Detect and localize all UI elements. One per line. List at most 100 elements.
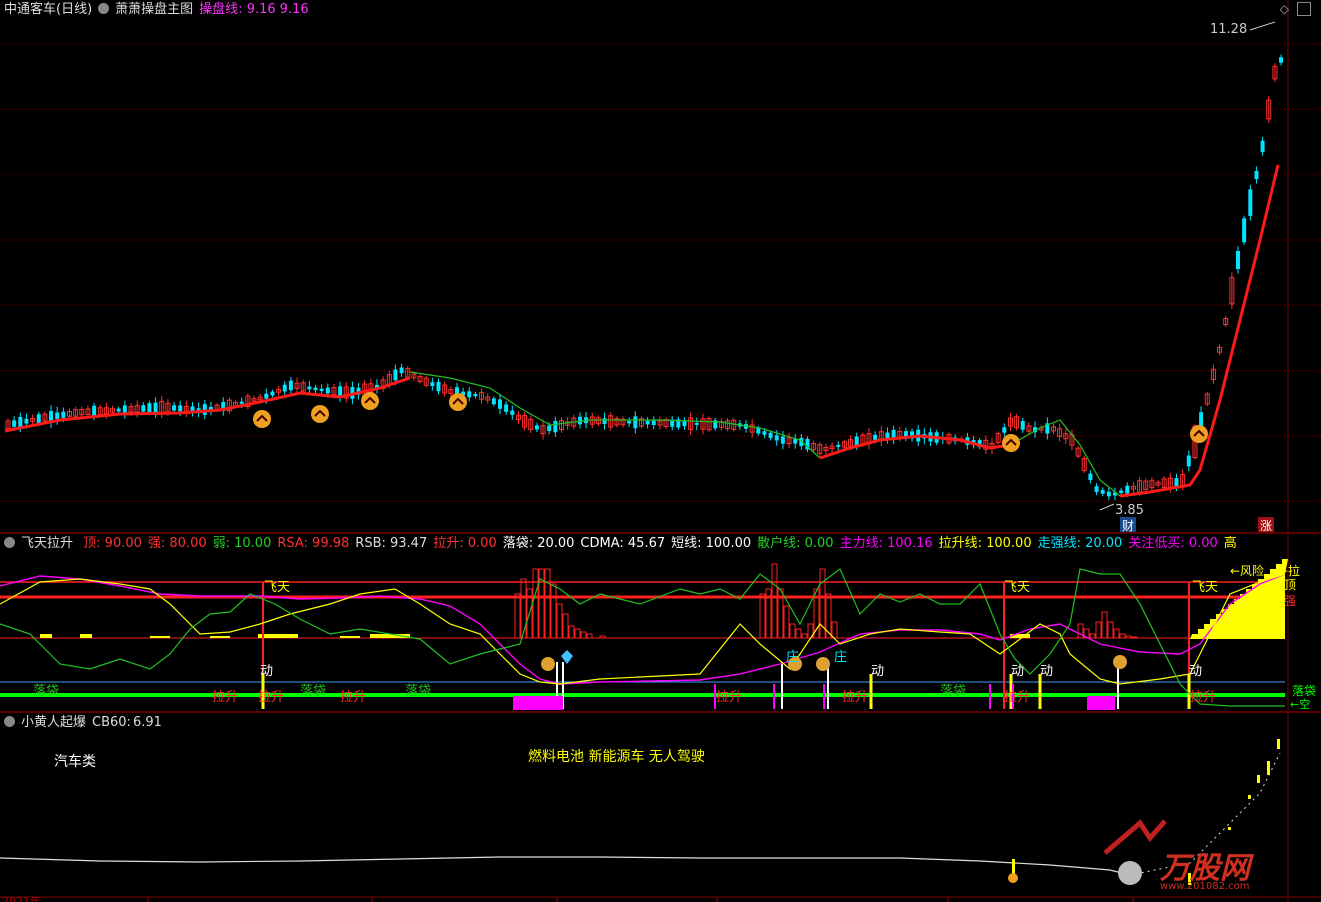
candle-down [633, 416, 638, 429]
candle-down [178, 405, 183, 412]
candle-down [1106, 491, 1111, 497]
minion-header: 小黄人起爆 CB60: 6.91 [4, 714, 168, 731]
feitian-marker: 飞天 [1192, 580, 1219, 595]
yellow-signal-bar [1257, 775, 1260, 783]
candle-down [1248, 189, 1253, 216]
minion-title[interactable]: 小黄人起爆 [21, 715, 86, 730]
line-value2: 9.16 [279, 2, 309, 17]
candle-down [147, 403, 152, 413]
candle-down [288, 380, 293, 391]
sub1-item: 关注低买: 0.00 [1128, 536, 1218, 551]
candle-down [774, 435, 779, 441]
feitian-title[interactable]: 飞天拉升 [21, 536, 73, 551]
sub1-item: 主力线: 100.16 [839, 536, 933, 551]
candle-down [793, 439, 798, 444]
candle-down [399, 367, 404, 374]
magenta-block [513, 696, 563, 710]
feitian-indicator-pane[interactable]: 飞天拉升 顶: 90.00 强: 80.00 弱: 10.00 RSA: 99.98 R… [0, 534, 1321, 712]
candle-down [473, 393, 478, 397]
industry-category: 汽车类 [54, 754, 96, 770]
high-price-label: 11.28 [1210, 22, 1248, 37]
candle-down [873, 434, 878, 440]
feitian-marker: 飞天 [264, 580, 291, 595]
histogram-bar [1119, 633, 1126, 639]
finance-badge[interactable]: 财 [1120, 517, 1137, 532]
low-price-label: 3.85 [1115, 503, 1144, 518]
candle-down [1002, 427, 1007, 433]
candle-down [1260, 140, 1265, 153]
buy-signal-icon [311, 405, 329, 423]
cb60-line [0, 856, 1131, 876]
candle-down [282, 384, 287, 392]
ma-line-green [409, 371, 821, 459]
feitian-chart[interactable] [0, 534, 1321, 712]
year-label: 2021年 [2, 895, 41, 902]
histogram-bar [1107, 621, 1114, 639]
watermark-url: www.201082.com [1160, 881, 1250, 892]
buy-signal-icon [1002, 434, 1020, 452]
money-bag-icon [1113, 655, 1127, 669]
short-label: ←空 [1290, 698, 1311, 711]
candle-down [1020, 421, 1025, 430]
sub1-item: 拉升线: 100.00 [938, 536, 1032, 551]
candle-down [836, 444, 841, 447]
strong-label: 强 [1284, 594, 1297, 608]
money-bag-icon [541, 657, 555, 671]
sub1-item: 散户线: 0.00 [757, 536, 834, 551]
candle-down [18, 416, 23, 428]
indicator-menu-icon[interactable] [4, 716, 15, 727]
candle-down [504, 404, 509, 412]
yellow-bar [340, 636, 360, 638]
candlestick-chart[interactable] [0, 0, 1321, 532]
candle-down [1119, 490, 1124, 494]
limit-up-badge[interactable]: 涨 [1258, 517, 1275, 532]
candle-down [61, 411, 66, 418]
candle-down [1125, 485, 1130, 494]
histogram-bar [532, 568, 539, 639]
main-price-pane[interactable]: 中通客车(日线) 萧萧操盘主图 操盘线: 9.16 9.16 ◇ 11.28 3.85… [0, 0, 1321, 532]
candle-down [313, 387, 318, 391]
dong-marker: 动 [871, 664, 885, 679]
candle-down [645, 420, 650, 425]
top-label: 顶 [1284, 578, 1297, 592]
yellow-bar [210, 636, 230, 638]
yellow-signal-bar [1277, 739, 1280, 749]
candle-down [36, 414, 41, 424]
sub1-item: 高 [1223, 536, 1237, 551]
candle-down [1254, 170, 1259, 180]
candle-down [430, 382, 435, 387]
lasheng-marker: 拉升 [716, 690, 743, 705]
histogram-bar [831, 621, 838, 639]
lasheng-marker: 拉升 [1190, 690, 1217, 705]
cb-label: CB60: [92, 715, 131, 730]
buy-signal-icon [361, 392, 379, 410]
candle-down [319, 388, 324, 392]
lasheng-line [0, 573, 1286, 685]
candle-down [534, 425, 539, 430]
candle-down [1279, 57, 1284, 63]
diamond-icon[interactable]: ◇ [1280, 2, 1289, 16]
histogram-bar [1095, 621, 1102, 639]
indicator-menu-icon[interactable] [98, 3, 110, 14]
indicator-name[interactable]: 萧萧操盘主图 [115, 2, 193, 17]
indicator-menu-icon[interactable] [4, 537, 15, 548]
dong-marker: 动 [1189, 664, 1203, 679]
candle-down [141, 405, 146, 412]
candle-down [553, 421, 558, 433]
minion-chart[interactable] [0, 713, 1321, 902]
histogram-bar [1125, 635, 1132, 639]
candle-down [498, 399, 502, 409]
luodai-marker: 落袋 [33, 684, 60, 699]
candle-down [153, 402, 158, 413]
restore-icon[interactable] [1297, 2, 1311, 16]
yellow-signal-bar [1228, 827, 1231, 830]
candle-down [55, 412, 60, 419]
minion-indicator-pane[interactable]: 小黄人起爆 CB60: 6.91 汽车类 燃料电池 新能源车 无人驾驶 万股网 ww… [0, 713, 1321, 902]
histogram-bar [556, 603, 563, 639]
candle-down [264, 393, 269, 399]
dong-marker: 动 [1011, 664, 1025, 679]
line-label: 操盘线 [199, 2, 239, 17]
histogram-bar [771, 563, 778, 639]
stock-title: 中通客车(日线) [4, 2, 93, 17]
candle-down [12, 420, 17, 427]
